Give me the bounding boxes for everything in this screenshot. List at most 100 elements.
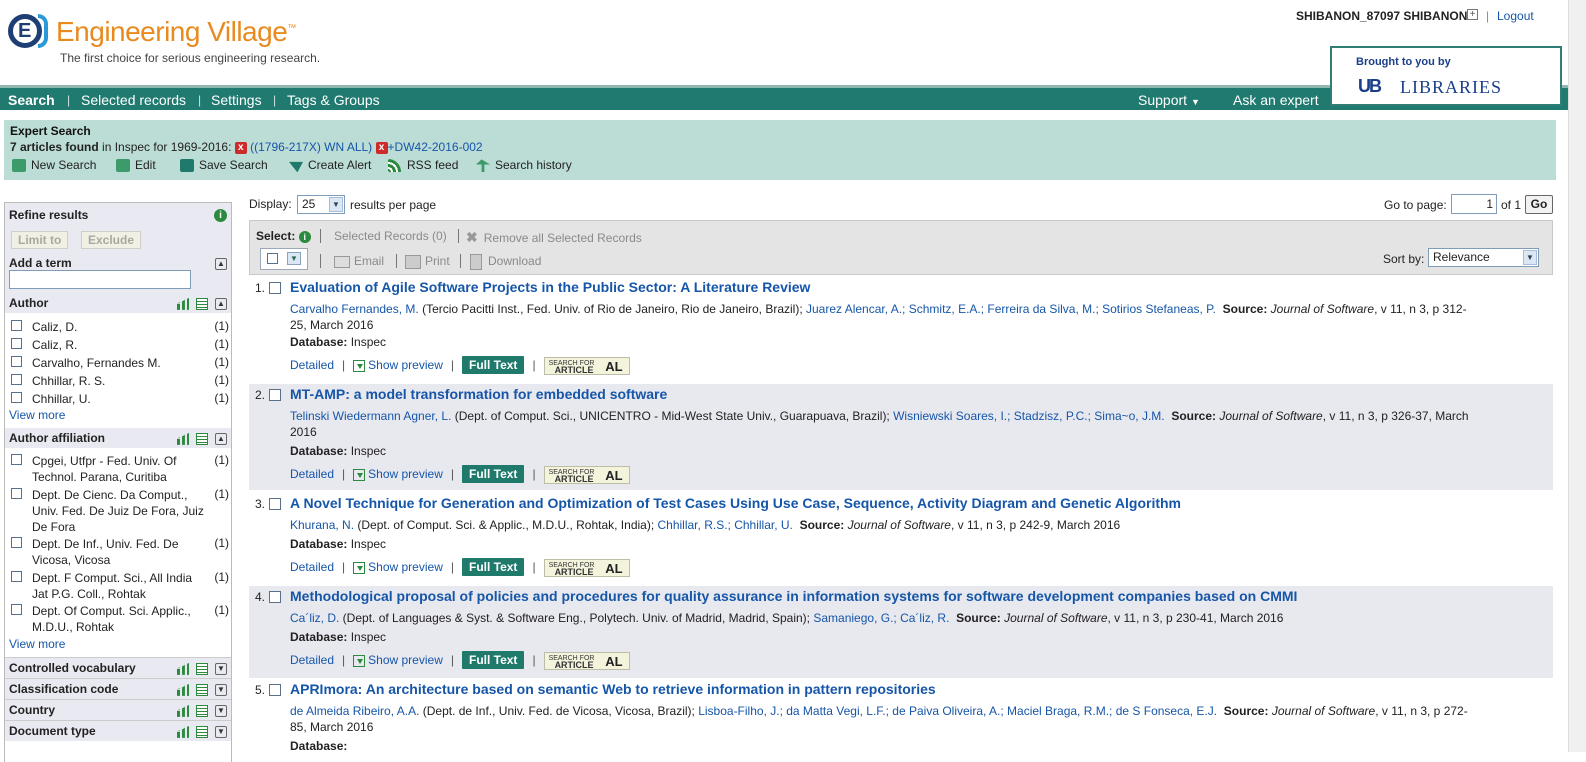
nav-tags-groups[interactable]: Tags & Groups xyxy=(287,92,380,108)
brand-title[interactable]: Engineering Village™ xyxy=(56,16,296,48)
checkbox[interactable] xyxy=(11,392,22,403)
nav-settings[interactable]: Settings xyxy=(211,92,262,108)
select-all-checkbox[interactable] xyxy=(267,253,278,264)
result-title-link[interactable]: APRImora: An architecture based on seman… xyxy=(290,681,936,697)
create-alert-button[interactable]: Create Alert xyxy=(289,158,371,173)
edit-button[interactable]: Edit xyxy=(116,158,156,173)
result-checkbox[interactable] xyxy=(269,282,281,294)
detailed-link[interactable]: Detailed xyxy=(290,358,334,372)
author-link[interactable]: Telinski Wiedermann Agner, L. xyxy=(290,409,451,423)
detailed-link[interactable]: Detailed xyxy=(290,653,334,667)
export-icon[interactable] xyxy=(196,662,208,675)
result-title-link[interactable]: A Novel Technique for Generation and Opt… xyxy=(290,495,1181,511)
expand-plus-icon[interactable]: + xyxy=(1467,9,1478,20)
document-type-header[interactable]: Document type ▼ xyxy=(5,720,231,741)
info-icon[interactable]: i xyxy=(298,231,311,243)
search-for-article-button[interactable]: SEARCH FOR ARTICLE AL xyxy=(543,558,630,577)
checkbox[interactable] xyxy=(11,338,22,349)
results-per-page-select[interactable]: 25 ▼ xyxy=(297,195,345,214)
chart-icon[interactable] xyxy=(177,704,189,717)
expand-icon[interactable]: ▼ xyxy=(215,704,227,717)
checkbox[interactable] xyxy=(11,374,22,385)
result-checkbox[interactable] xyxy=(269,389,281,401)
author-facet-item[interactable]: Carvalho, Fernandes M. (1) xyxy=(11,355,229,371)
collapse-icon[interactable]: ▲ xyxy=(215,432,227,445)
coauthor-links[interactable]: Samaniego, G.; Ca´liz, R. xyxy=(813,611,949,625)
chart-icon[interactable] xyxy=(177,662,189,675)
checkbox[interactable] xyxy=(11,320,22,331)
coauthor-links[interactable]: Chhillar, R.S.; Chhillar, U. xyxy=(658,518,793,532)
select-all-control[interactable]: ▼ xyxy=(260,248,308,270)
controlled-vocabulary-header[interactable]: Controlled vocabulary ▼ xyxy=(5,657,231,678)
go-button[interactable]: Go xyxy=(1525,195,1553,214)
add-term-input[interactable] xyxy=(9,270,191,289)
search-history-button[interactable]: Search history xyxy=(476,158,572,173)
author-facet-item[interactable]: Caliz, D. (1) xyxy=(11,319,229,335)
affiliation-facet-item[interactable]: Dept. Of Comput. Sci. Applic., M.D.U., R… xyxy=(11,603,229,635)
checkbox[interactable] xyxy=(11,604,22,615)
result-checkbox[interactable] xyxy=(269,684,281,696)
search-for-article-button[interactable]: SEARCH FOR ARTICLE AL xyxy=(543,651,630,670)
logout-link[interactable]: Logout xyxy=(1497,9,1534,23)
expand-icon[interactable]: ▼ xyxy=(215,683,227,696)
author-facet-item[interactable]: Chhillar, R. S. (1) xyxy=(11,373,229,389)
author-link[interactable]: de Almeida Ribeiro, A.A. xyxy=(290,704,419,718)
chart-icon[interactable] xyxy=(177,432,189,445)
search-for-article-button[interactable]: SEARCH FOR ARTICLE AL xyxy=(543,356,630,375)
full-text-button[interactable]: Full Text xyxy=(461,558,525,576)
page-scrollbar[interactable] xyxy=(1568,0,1586,752)
nav-search[interactable]: Search xyxy=(8,92,55,108)
info-icon[interactable]: i xyxy=(214,207,227,222)
show-preview-link[interactable]: Show preview xyxy=(368,467,443,481)
expand-icon[interactable]: ▼ xyxy=(215,725,227,738)
full-text-button[interactable]: Full Text xyxy=(461,651,525,669)
exclude-button[interactable]: Exclude xyxy=(81,231,142,249)
query-term-2[interactable]: +DW42-2016-002 xyxy=(388,140,483,154)
checkbox[interactable] xyxy=(11,454,22,465)
expand-icon[interactable]: ▼ xyxy=(215,662,227,675)
sort-by-select[interactable]: Relevance ▼ xyxy=(1428,248,1539,267)
collapse-icon[interactable]: ▲ xyxy=(215,297,227,310)
classification-code-header[interactable]: Classification code ▼ xyxy=(5,678,231,699)
show-preview-link[interactable]: Show preview xyxy=(368,560,443,574)
checkbox[interactable] xyxy=(11,571,22,582)
author-view-more[interactable]: View more xyxy=(9,408,65,422)
author-facet-item[interactable]: Chhillar, U. (1) xyxy=(11,391,229,407)
query-term-1[interactable]: ((1796-217X) WN ALL) xyxy=(250,140,372,154)
nav-selected-records[interactable]: Selected records xyxy=(81,92,186,108)
result-title-link[interactable]: Evaluation of Agile Software Projects in… xyxy=(290,279,810,295)
detailed-link[interactable]: Detailed xyxy=(290,560,334,574)
author-link[interactable]: Carvalho Fernandes, M. xyxy=(290,302,419,316)
full-text-button[interactable]: Full Text xyxy=(461,356,525,374)
result-checkbox[interactable] xyxy=(269,591,281,603)
export-icon[interactable] xyxy=(196,725,208,738)
nav-ask-expert[interactable]: Ask an expert xyxy=(1233,92,1319,108)
coauthor-links[interactable]: Wisniewski Soares, I.; Stadzisz, P.C.; S… xyxy=(893,409,1165,423)
chart-icon[interactable] xyxy=(177,297,189,310)
show-preview-link[interactable]: Show preview xyxy=(368,358,443,372)
country-header[interactable]: Country ▼ xyxy=(5,699,231,720)
affiliation-view-more[interactable]: View more xyxy=(9,637,65,651)
affiliation-facet-item[interactable]: Dept. F Comput. Sci., All India Jat P.G.… xyxy=(11,570,229,602)
affiliation-facet-item[interactable]: Cpgei, Utfpr - Fed. Univ. Of Technol. Pa… xyxy=(11,453,229,485)
full-text-button[interactable]: Full Text xyxy=(461,465,525,483)
export-icon[interactable] xyxy=(196,432,208,445)
export-icon[interactable] xyxy=(196,683,208,696)
goto-page-input[interactable]: 1 xyxy=(1451,194,1497,214)
result-title-link[interactable]: Methodological proposal of policies and … xyxy=(290,588,1297,604)
rss-feed-button[interactable]: RSS feed xyxy=(388,158,458,173)
author-facet-item[interactable]: Caliz, R. (1) xyxy=(11,337,229,353)
detailed-link[interactable]: Detailed xyxy=(290,467,334,481)
collapse-icon[interactable]: ▲ xyxy=(215,257,227,270)
limit-to-button[interactable]: Limit to xyxy=(11,231,69,249)
show-preview-link[interactable]: Show preview xyxy=(368,653,443,667)
affiliation-facet-item[interactable]: Dept. De Cienc. Da Comput., Univ. Fed. D… xyxy=(11,487,229,535)
remove-query-icon[interactable]: x xyxy=(375,141,388,154)
author-link[interactable]: Khurana, N. xyxy=(290,518,354,532)
coauthor-links[interactable]: Lisboa-Filho, J.; da Matta Vegi, L.F.; d… xyxy=(698,704,1217,718)
chart-icon[interactable] xyxy=(177,725,189,738)
chart-icon[interactable] xyxy=(177,683,189,696)
checkbox[interactable] xyxy=(11,488,22,499)
checkbox[interactable] xyxy=(11,537,22,548)
author-link[interactable]: Ca´liz, D. xyxy=(290,611,339,625)
